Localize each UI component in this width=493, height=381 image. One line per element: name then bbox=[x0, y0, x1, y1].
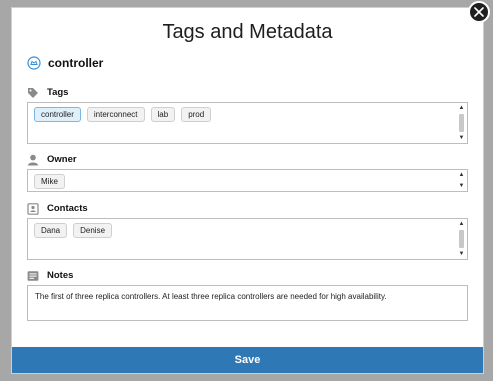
notes-section-header: Notes bbox=[27, 269, 73, 281]
tags-scrollbar[interactable]: ▲ ▼ bbox=[458, 105, 465, 141]
contacts-label: Contacts bbox=[47, 202, 88, 214]
dialog-title: Tags and Metadata bbox=[162, 21, 333, 43]
tags-label: Tags bbox=[47, 86, 69, 98]
tag-chip-interconnect[interactable]: interconnect bbox=[86, 107, 145, 122]
owner-chip-list: Mike bbox=[34, 174, 65, 189]
scroll-down-arrow-icon[interactable]: ▼ bbox=[458, 251, 465, 257]
owner-section-header: Owner bbox=[27, 153, 77, 166]
tag-chip-controller[interactable]: controller bbox=[34, 107, 81, 122]
notes-label: Notes bbox=[47, 269, 74, 281]
owner-spinner[interactable]: ▲ ▼ bbox=[458, 172, 465, 189]
tags-scroll-thumb[interactable] bbox=[459, 114, 464, 132]
scroll-up-arrow-icon[interactable]: ▲ bbox=[458, 105, 465, 111]
contacts-scrollbar[interactable]: ▲ ▼ bbox=[458, 221, 465, 257]
scroll-down-arrow-icon[interactable]: ▼ bbox=[458, 135, 465, 141]
tags-section-header: Tags bbox=[27, 86, 68, 98]
close-button[interactable] bbox=[468, 1, 490, 23]
entity-header: controller bbox=[27, 56, 103, 70]
contacts-section-header: Contacts bbox=[27, 202, 88, 215]
contacts-field[interactable]: Dana Denise ▲ ▼ bbox=[27, 218, 468, 260]
notes-icon bbox=[27, 269, 39, 281]
contact-chip-dana[interactable]: Dana bbox=[34, 223, 68, 238]
tag-icon bbox=[27, 86, 39, 98]
contacts-icon bbox=[27, 202, 39, 215]
tag-chip-prod[interactable]: prod bbox=[181, 107, 212, 122]
contacts-scroll-thumb[interactable] bbox=[459, 230, 464, 248]
tag-chip-lab[interactable]: lab bbox=[150, 107, 176, 122]
tags-chip-list: controller interconnect lab prod bbox=[34, 107, 212, 122]
tags-field[interactable]: controller interconnect lab prod ▲ ▼ bbox=[27, 102, 468, 144]
entity-name: controller bbox=[48, 56, 104, 70]
person-icon bbox=[27, 153, 39, 166]
tags-metadata-dialog: Tags and Metadata controller Tags contro… bbox=[11, 7, 484, 374]
owner-label: Owner bbox=[47, 153, 77, 165]
scroll-up-arrow-icon[interactable]: ▲ bbox=[458, 221, 465, 227]
notes-text: The first of three replica controllers. … bbox=[35, 292, 387, 301]
scroll-down-arrow-icon[interactable]: ▼ bbox=[458, 183, 465, 189]
owner-field[interactable]: Mike ▲ ▼ bbox=[27, 169, 468, 192]
close-icon bbox=[474, 7, 484, 17]
owner-chip[interactable]: Mike bbox=[34, 174, 65, 189]
scroll-up-arrow-icon[interactable]: ▲ bbox=[458, 172, 465, 178]
controller-icon bbox=[27, 56, 41, 70]
notes-textarea[interactable]: The first of three replica controllers. … bbox=[27, 285, 468, 321]
contacts-chip-list: Dana Denise bbox=[34, 223, 113, 238]
contact-chip-denise[interactable]: Denise bbox=[73, 223, 113, 238]
save-button[interactable]: Save bbox=[12, 347, 483, 373]
